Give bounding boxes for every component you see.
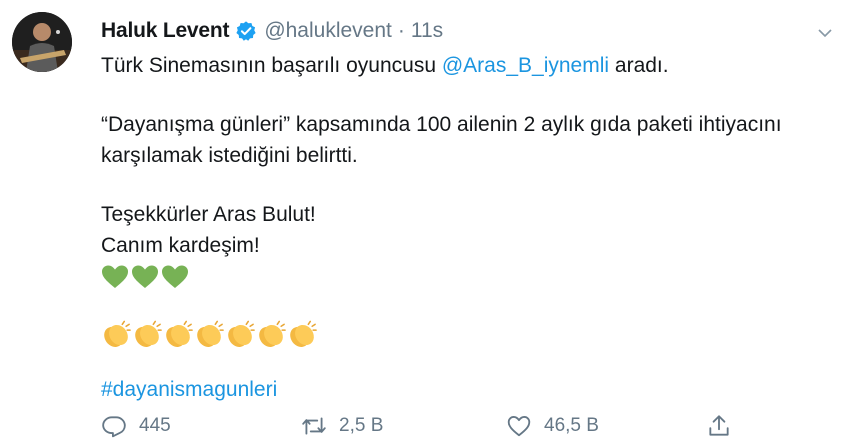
tweet-line-2: “Dayanışma günleri” kapsamında 100 ailen… [101,113,782,136]
tweet: Haluk Levent @haluklevent · 11s Türk Sin… [0,0,850,446]
clapping-hands-icon [259,320,286,347]
tweet-timestamp[interactable]: 11s [411,19,443,43]
heart-emoji-row [101,261,831,292]
separator-dot: · [397,19,405,42]
hashtag-link[interactable]: #dayanismagunleri [101,374,831,405]
share-button[interactable] [706,413,732,439]
share-icon [709,415,729,436]
reply-count: 445 [139,415,171,436]
author-name[interactable]: Haluk Levent [101,19,230,43]
text-segment: aradı. [609,54,669,77]
tweet-line-1: Türk Sinemasının başarılı oyuncusu @Aras… [101,50,831,81]
clapping-hands-icon [135,320,162,347]
green-heart-icon [132,265,158,288]
retweet-icon [302,417,326,435]
clapping-hands-icon [197,320,224,347]
tweet-text: Türk Sinemasının başarılı oyuncusu @Aras… [101,50,831,405]
clapping-hands-icon [166,320,193,347]
like-count: 46,5 B [544,415,599,436]
verified-badge-icon [235,20,257,42]
clapping-hands-icon [290,320,317,347]
tweet-line-5: Canım kardeşim! [101,234,260,257]
like-button[interactable]: 46,5 B [506,413,599,439]
author-handle[interactable]: @haluklevent [264,19,392,43]
clap-emoji-row [101,318,831,352]
retweet-button[interactable]: 2,5 B [301,413,383,439]
clapping-hands-icon [104,320,131,347]
tweet-line-4: Teşekkürler Aras Bulut! [101,203,316,226]
green-heart-icon [102,265,128,288]
reply-button[interactable]: 445 [101,413,171,439]
reply-icon [102,416,126,438]
tweet-line-3: karşılamak istediğini belirtti. [101,144,358,167]
green-heart-icon [162,265,188,288]
tweet-actions: 445 2,5 B 46,5 B [101,410,741,442]
retweet-count: 2,5 B [339,415,384,436]
tweet-header: Haluk Levent @haluklevent · 11s [101,16,443,46]
heart-icon [507,415,531,437]
more-options-icon[interactable] [814,22,836,44]
clapping-hands-icon [228,320,255,347]
avatar[interactable] [12,12,72,72]
mention-link[interactable]: @Aras_B_iynemli [442,54,609,77]
text-segment: Türk Sinemasının başarılı oyuncusu [101,54,442,77]
